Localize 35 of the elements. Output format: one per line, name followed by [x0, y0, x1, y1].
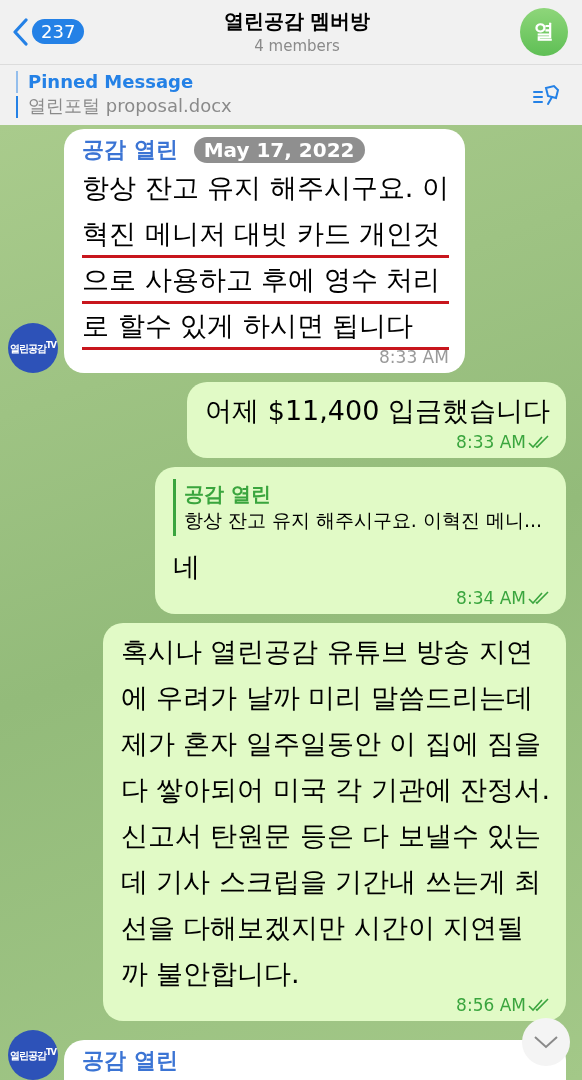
pinned-label: Pinned Message [28, 71, 195, 93]
message-text: 에 우려가 날까 미리 말씀드리는데 [120, 681, 533, 715]
scroll-down-button[interactable] [522, 1018, 570, 1066]
message-text: 어제 $11,400 입금했습니다 [205, 394, 550, 428]
pinned-text: 열린포털 proposal.docx [28, 94, 233, 119]
back-icon[interactable] [12, 17, 28, 46]
message-text: 항상 잔고 유지 해주시구요. 이 [82, 171, 449, 205]
sender-avatar[interactable]: 열린공감$^{TV}$ [8, 323, 58, 373]
reply-sender: 공감 열린 [183, 481, 272, 508]
message-text: 로 할수 있게 하시면 됩니다 [82, 309, 414, 343]
message-text: 으로 사용하고 후에 영수 처리 [82, 263, 441, 297]
member-count: 4 members [254, 37, 340, 56]
unread-count-badge[interactable]: 237 [32, 19, 85, 45]
message-text: 혹시나 열린공감 유튜브 방송 지연 [120, 635, 533, 669]
date-badge: May 17, 2022 [193, 137, 365, 163]
message-text: 선을 다해보겠지만 시간이 지연될 [120, 911, 525, 945]
message-text: 네 [172, 550, 200, 584]
reply-quote[interactable]: 공감 열린 항상 잔고 유지 해주시구요. 이혁진 메니... [172, 479, 550, 536]
message-text: 혁진 메니저 대빗 카드 개인것 [82, 217, 441, 251]
message-text: 제가 혼자 일주일동안 이 집에 짐을 [120, 727, 542, 761]
sender-name: 공감 열린 [82, 1047, 178, 1075]
chat-title: 열린공감 멤버방 [223, 8, 371, 36]
pin-list-icon[interactable] [532, 83, 562, 106]
message-time: 8:34 AM [456, 588, 526, 608]
message-text: 데 기사 스크립을 기간내 쓰는게 최 [120, 865, 542, 899]
chevron-down-icon [533, 1035, 559, 1049]
reply-text: 항상 잔고 유지 해주시구요. 이혁진 메니... [183, 508, 542, 533]
sender-name: 공감 열린 [82, 136, 178, 164]
message-time: 8:33 AM [456, 432, 526, 452]
sender-avatar[interactable]: 열린공감$^{TV}$ [8, 1030, 58, 1080]
message-text: 신고서 탄원문 등은 다 보낼수 있는 [120, 819, 542, 853]
message-text: 다 쌓아되어 미국 각 기관에 잔정서. [120, 773, 550, 807]
message-text: 까 불안합니다. [120, 957, 300, 991]
message-time: 8:33 AM [379, 347, 449, 367]
message-time: 8:56 AM [456, 995, 526, 1015]
